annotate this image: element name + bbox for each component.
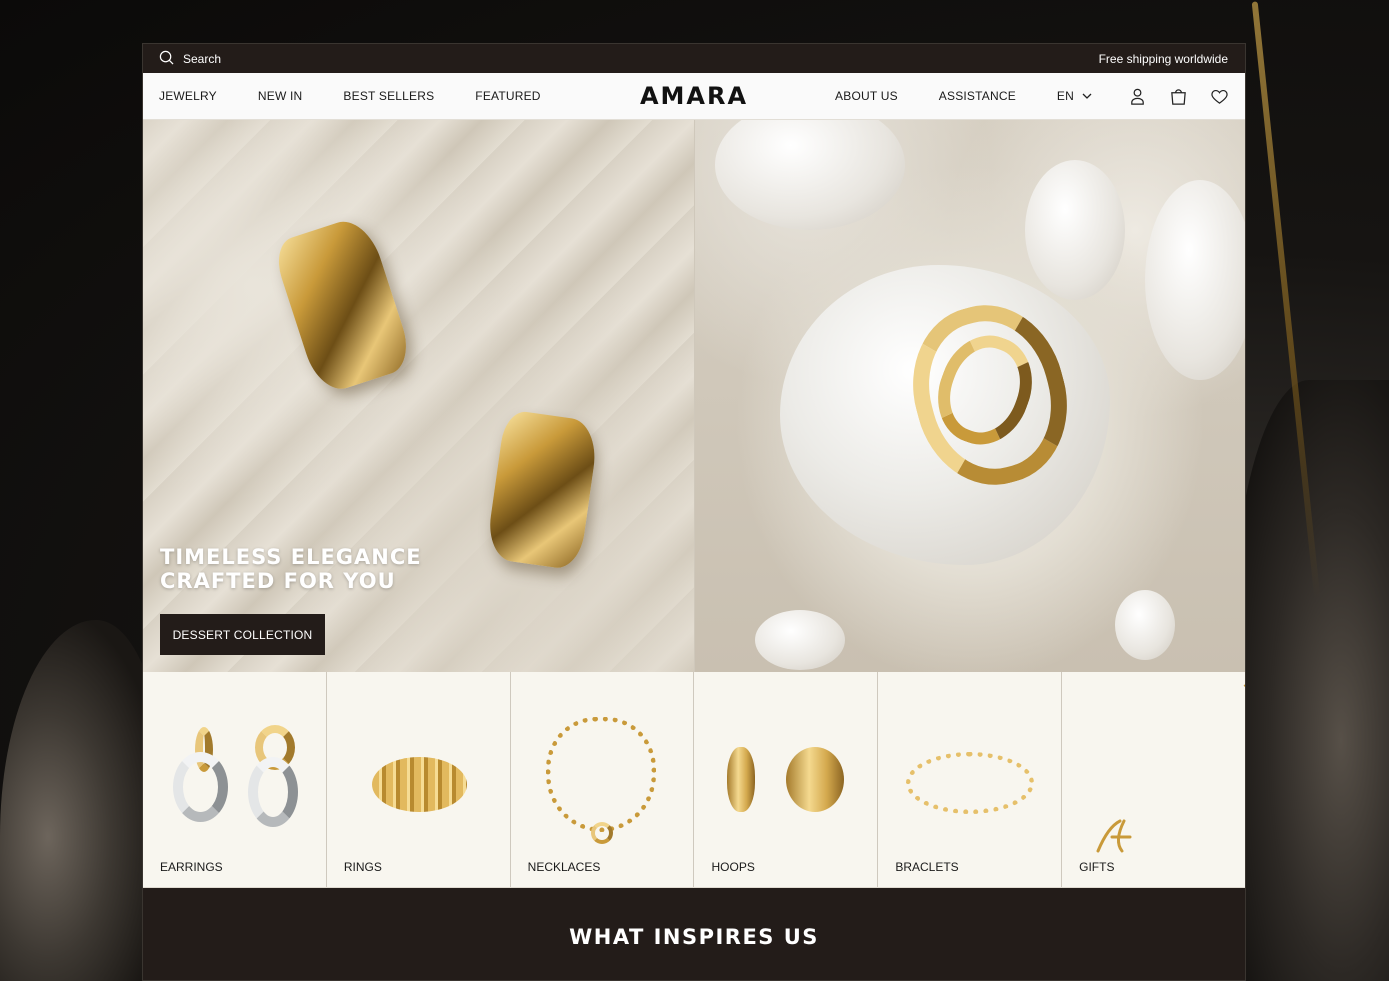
category-necklaces[interactable]: NECKLACES [510, 672, 695, 887]
language-selector[interactable]: EN [1057, 89, 1092, 103]
pebble-image [1115, 590, 1175, 660]
hero-image-rings-on-sand: TIMELESS ELEGANCE CRAFTED FOR YOU DESSER… [143, 120, 694, 672]
gold-ring-image [485, 409, 600, 571]
hero-headline: TIMELESS ELEGANCE CRAFTED FOR YOU [160, 545, 422, 593]
letter-pendant [1096, 819, 1132, 853]
nav-item-jewelry[interactable]: JEWELRY [159, 89, 217, 103]
search-icon [159, 50, 174, 68]
user-icon[interactable] [1128, 87, 1147, 106]
category-bracelets[interactable]: BRACLETS [878, 672, 1063, 887]
hero-headline-line-1: TIMELESS ELEGANCE [160, 545, 422, 569]
top-bar: Search Free shipping worldwide [143, 44, 1245, 73]
hoops-image [694, 707, 877, 842]
heart-icon[interactable] [1210, 87, 1229, 106]
website-frame: Search Free shipping worldwide JEWELRY N… [142, 43, 1246, 981]
nav-icons [1128, 87, 1229, 106]
gifts-image [1062, 565, 1245, 853]
background-rock-right [1229, 380, 1389, 981]
search-label: Search [183, 51, 222, 66]
nav-item-about-us[interactable]: ABOUT US [835, 89, 898, 103]
bracelet [906, 752, 1035, 814]
pebble-image [1025, 160, 1125, 300]
what-inspires-us-section: WHAT INSPIRES US [143, 888, 1245, 980]
category-hoops[interactable]: HOOPS [694, 672, 879, 887]
earring-drop [173, 752, 228, 822]
nav-item-assistance[interactable]: ASSISTANCE [939, 89, 1016, 103]
earring-drop [248, 757, 298, 827]
category-label: GIFTS [1079, 860, 1115, 874]
main-navigation: JEWELRY NEW IN BEST SELLERS FEATURED AMA… [143, 73, 1245, 120]
chain [545, 717, 656, 832]
pebble-image [715, 120, 905, 230]
search-trigger[interactable]: Search [159, 50, 221, 68]
gold-ring-image [270, 213, 416, 397]
category-earrings[interactable]: EARRINGS [143, 672, 327, 887]
necklaces-image [511, 707, 694, 844]
section-title: WHAT INSPIRES US [569, 924, 819, 949]
pebble-image [1145, 180, 1245, 380]
bracelets-image [878, 707, 1061, 842]
rings-image [327, 707, 510, 842]
gold-band [371, 757, 467, 812]
bag-icon[interactable] [1169, 87, 1188, 106]
dessert-collection-button[interactable]: DESSERT COLLECTION [160, 614, 325, 655]
category-gifts[interactable]: GIFTS [1062, 565, 1245, 887]
category-label: NECKLACES [527, 860, 601, 874]
hoop [727, 747, 756, 812]
nav-left-group: JEWELRY NEW IN BEST SELLERS FEATURED [159, 89, 541, 103]
hero-image-ring-on-stone [694, 120, 1245, 672]
pebble-image [755, 610, 845, 670]
category-label: BRACLETS [895, 860, 959, 874]
category-rings[interactable]: RINGS [326, 672, 511, 887]
nav-right-group: ABOUT US ASSISTANCE EN [835, 87, 1229, 106]
hero-section: TIMELESS ELEGANCE CRAFTED FOR YOU DESSER… [143, 120, 1245, 672]
category-label: EARRINGS [160, 860, 223, 874]
hero-headline-line-2: CRAFTED FOR YOU [160, 569, 396, 593]
brand-logo[interactable]: AMARA [640, 82, 748, 110]
earrings-image [143, 707, 326, 842]
hoop [786, 747, 845, 812]
language-label: EN [1056, 89, 1074, 103]
background-rock-left [0, 620, 160, 981]
chevron-down-icon [1082, 89, 1092, 103]
nav-item-featured[interactable]: FEATURED [475, 89, 540, 103]
nav-item-new-in[interactable]: NEW IN [258, 89, 303, 103]
nav-item-best-sellers[interactable]: BEST SELLERS [343, 89, 434, 103]
category-label: RINGS [343, 860, 382, 874]
chain-clasp [590, 822, 613, 844]
category-grid: EARRINGS RINGS NECKLACES HOOPS BRACLETS … [143, 565, 1245, 888]
shipping-promo: Free shipping worldwide [1098, 51, 1228, 66]
category-label: HOOPS [711, 860, 755, 874]
